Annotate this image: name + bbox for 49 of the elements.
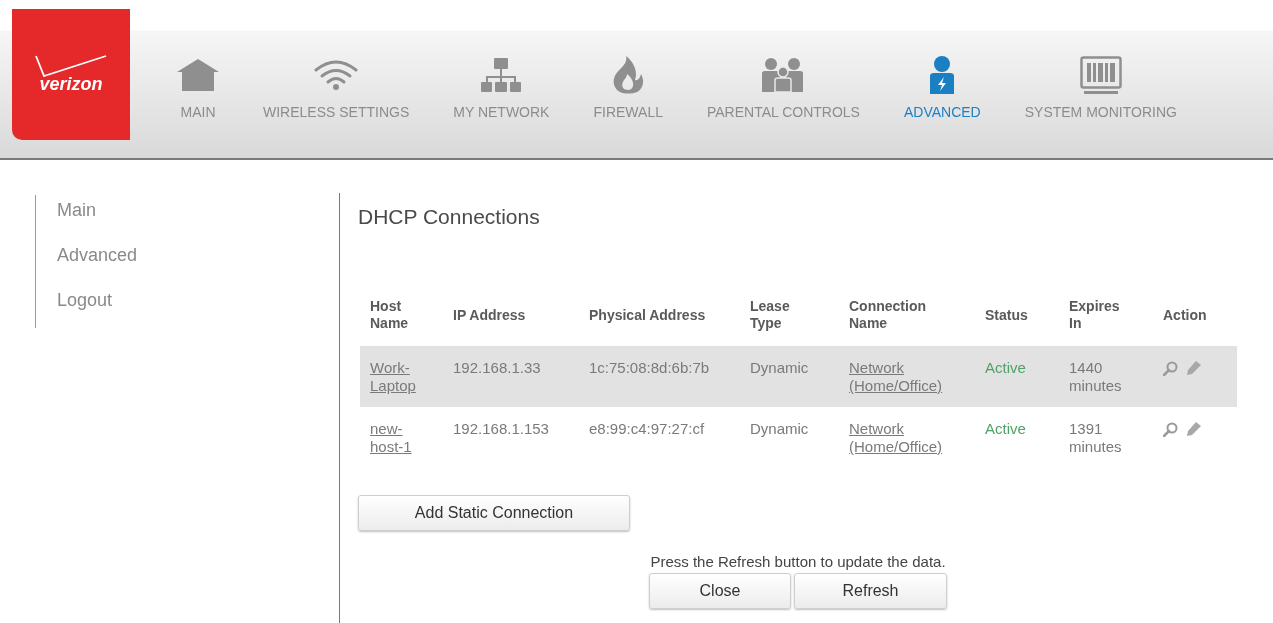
column-header: Connection Name: [849, 298, 927, 332]
sidebar-link[interactable]: Main: [57, 198, 138, 222]
nav-tab[interactable]: SYSTEM MONITORING: [1024, 56, 1177, 120]
wifi-icon: [314, 60, 359, 90]
lease-type-text: Dynamic: [750, 420, 809, 437]
logo-text: verizon: [39, 74, 103, 94]
column-header: Expires In: [1069, 298, 1121, 332]
people-icon: [761, 58, 806, 92]
sidebar-link[interactable]: Advanced: [57, 243, 138, 267]
expiry-text: 1440 minutes: [1069, 359, 1123, 395]
refresh-button[interactable]: Refresh: [794, 573, 947, 609]
nav-tab[interactable]: FIREWALL: [593, 56, 663, 120]
search-icon[interactable]: [1163, 361, 1178, 376]
pencil-icon[interactable]: [1186, 361, 1201, 375]
column-header: Action: [1163, 306, 1207, 324]
sidebar-link[interactable]: Logout: [57, 288, 138, 312]
column-header: Host Name: [370, 298, 410, 332]
add-static-connection-button[interactable]: Add Static Connection: [358, 495, 630, 531]
monitor-icon: [1079, 56, 1122, 94]
page-title: DHCP Connections: [358, 204, 541, 230]
flame-icon: [612, 56, 645, 94]
close-button[interactable]: Close: [649, 573, 791, 609]
mac-address-text: e8:99:c4:97:27:cf: [589, 420, 705, 437]
lease-type-text: Dynamic: [750, 359, 809, 376]
search-icon[interactable]: [1163, 422, 1178, 437]
pencil-icon[interactable]: [1186, 422, 1201, 436]
host-name-link[interactable]: Work-Laptop: [370, 359, 425, 395]
house-icon: [177, 59, 219, 91]
status-text: Active: [985, 420, 1026, 437]
nav-tab[interactable]: ADVANCED: [903, 56, 981, 120]
network-icon: [481, 58, 522, 92]
status-text: Active: [985, 359, 1026, 376]
connection-name-link[interactable]: Network (Home/Office): [849, 420, 964, 456]
column-header: IP Address: [453, 306, 526, 324]
ip-address-text: 192.168.1.153: [453, 420, 549, 437]
nav-tab[interactable]: MAIN: [177, 56, 219, 120]
ip-address-text: 192.168.1.33: [453, 359, 541, 376]
host-name-link[interactable]: new-host-1: [370, 420, 425, 456]
checkmark-icon: [35, 55, 107, 77]
nav-tab[interactable]: MY NETWORK: [453, 56, 550, 120]
nav-tab[interactable]: WIRELESS SETTINGS: [263, 56, 410, 120]
column-header: Status: [985, 306, 1028, 324]
column-header: Lease Type: [750, 298, 791, 332]
nav-tab[interactable]: PARENTAL CONTROLS: [706, 56, 860, 120]
expiry-text: 1391 minutes: [1069, 420, 1123, 456]
column-header: Physical Address: [589, 306, 706, 324]
connection-name-link[interactable]: Network (Home/Office): [849, 359, 964, 395]
refresh-note: Press the Refresh button to update the data.: [650, 553, 946, 570]
mac-address-text: 1c:75:08:8d:6b:7b: [589, 359, 710, 376]
